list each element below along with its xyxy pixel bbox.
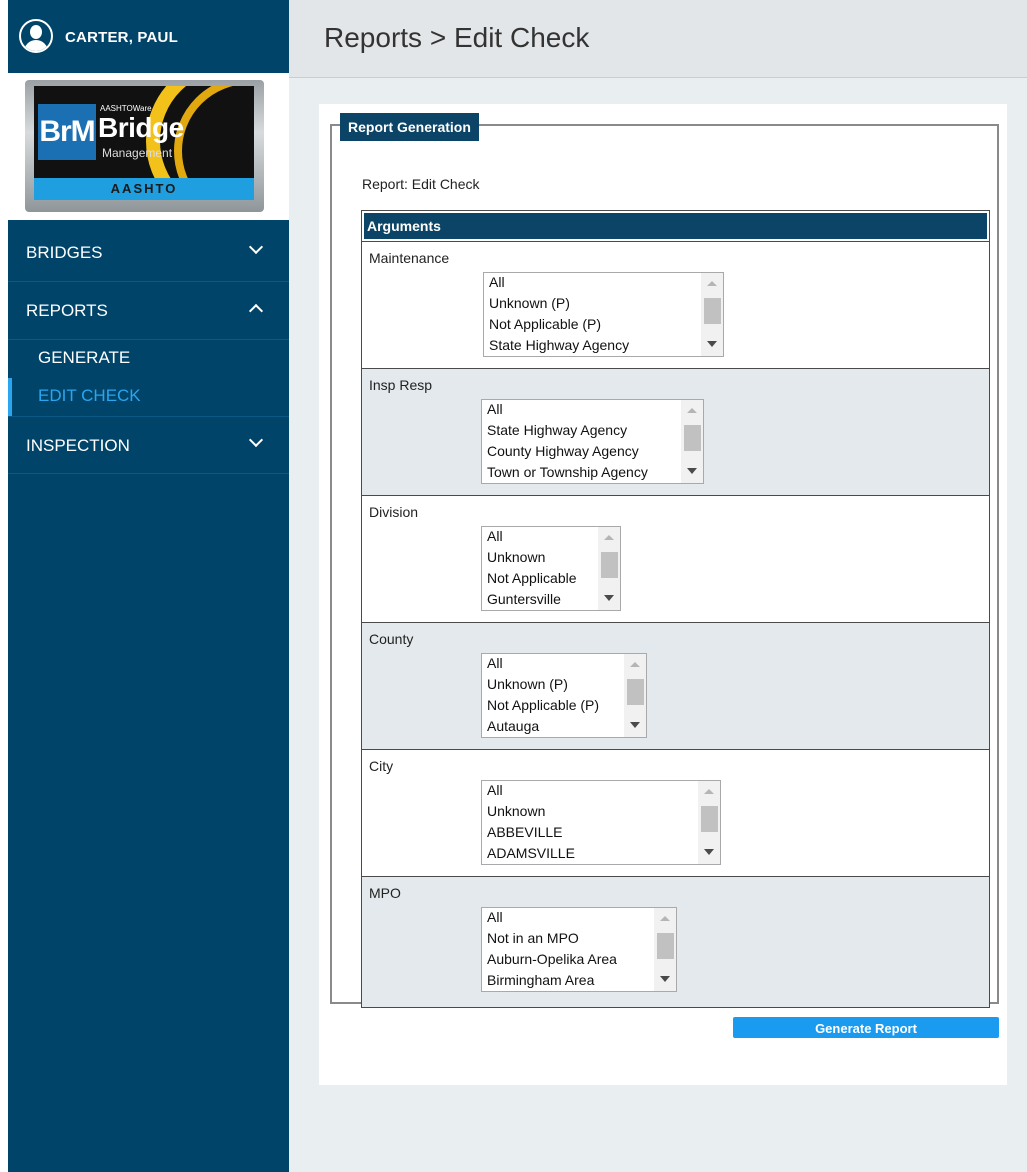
scroll-up-icon[interactable]: [707, 281, 717, 286]
listbox-scrollbar[interactable]: [698, 781, 720, 864]
list-option[interactable]: Birmingham Area: [487, 971, 594, 989]
scroll-thumb[interactable]: [701, 806, 718, 832]
main-content: Report: Edit Check Arguments Maintenance…: [289, 78, 1027, 1172]
mpo-listbox[interactable]: All Not in an MPO Auburn-Opelika Area Bi…: [481, 907, 677, 992]
scroll-up-icon[interactable]: [704, 789, 714, 794]
listbox-scrollbar[interactable]: [654, 908, 676, 991]
nav-inspection[interactable]: INSPECTION: [8, 416, 289, 474]
generate-report-button[interactable]: Generate Report: [733, 1017, 999, 1038]
list-option[interactable]: ADAMSVILLE: [487, 844, 575, 862]
logo-title: Bridge: [98, 112, 184, 143]
nav-edit-check-label: EDIT CHECK: [38, 386, 141, 405]
list-option[interactable]: Guntersville: [487, 590, 561, 608]
list-option[interactable]: Not Applicable: [487, 569, 577, 587]
scroll-thumb[interactable]: [684, 425, 701, 451]
user-name: CARTER, PAUL: [65, 29, 178, 46]
list-option[interactable]: State Highway Agency: [489, 336, 629, 354]
nav-bridges-label: BRIDGES: [26, 243, 103, 262]
argument-label: MPO: [369, 885, 401, 901]
argument-row-county: County All Unknown (P) Not Applicable (P…: [362, 622, 989, 749]
scroll-thumb[interactable]: [627, 679, 644, 705]
argument-row-maintenance: Maintenance All Unknown (P) Not Applicab…: [362, 241, 989, 368]
nav-generate[interactable]: GENERATE: [8, 340, 289, 378]
list-option[interactable]: Autauga: [487, 717, 539, 735]
scroll-up-icon[interactable]: [660, 916, 670, 921]
nav-inspection-label: INSPECTION: [26, 436, 130, 455]
city-listbox[interactable]: All Unknown ABBEVILLE ADAMSVILLE: [481, 780, 721, 865]
argument-row-insp-resp: Insp Resp All State Highway Agency Count…: [362, 368, 989, 495]
argument-row-mpo: MPO All Not in an MPO Auburn-Opelika Are…: [362, 876, 989, 1007]
division-listbox[interactable]: All Unknown Not Applicable Guntersville: [481, 526, 621, 611]
scroll-thumb[interactable]: [601, 552, 618, 578]
logo-subtitle: Management: [102, 146, 173, 160]
scroll-down-icon[interactable]: [687, 468, 697, 474]
list-option[interactable]: ABBEVILLE: [487, 823, 563, 841]
nav-edit-check[interactable]: EDIT CHECK: [8, 378, 289, 416]
report-generation-legend: Report Generation: [340, 113, 479, 141]
scroll-down-icon[interactable]: [660, 976, 670, 982]
argument-label: County: [369, 631, 414, 647]
list-option[interactable]: Unknown (P): [487, 675, 568, 693]
scroll-up-icon[interactable]: [687, 408, 697, 413]
scroll-down-icon[interactable]: [707, 341, 717, 347]
list-option[interactable]: Unknown (P): [489, 294, 570, 312]
nav-generate-label: GENERATE: [38, 348, 131, 367]
logo-footer: AASHTO: [34, 178, 254, 200]
list-option[interactable]: All: [487, 400, 503, 418]
argument-row-city: City All Unknown ABBEVILLE ADAMSVILLE: [362, 749, 989, 876]
chevron-up-icon: [248, 303, 264, 319]
arguments-header: Arguments: [364, 213, 987, 239]
list-option[interactable]: All: [487, 527, 503, 545]
listbox-scrollbar[interactable]: [598, 527, 620, 610]
arguments-table: Arguments Maintenance All Unknown (P) No…: [361, 210, 990, 1008]
page-title: Reports > Edit Check: [324, 22, 590, 53]
scroll-up-icon[interactable]: [604, 535, 614, 540]
list-option[interactable]: State Highway Agency: [487, 421, 627, 439]
logo-badge: BrM: [38, 104, 96, 160]
user-bar[interactable]: CARTER, PAUL: [8, 0, 289, 73]
scroll-down-icon[interactable]: [604, 595, 614, 601]
list-option[interactable]: Unknown: [487, 802, 545, 820]
list-option[interactable]: Town or Township Agency: [487, 463, 648, 481]
maintenance-listbox[interactable]: All Unknown (P) Not Applicable (P) State…: [483, 272, 724, 357]
list-option[interactable]: All: [487, 781, 503, 799]
list-option[interactable]: Auburn-Opelika Area: [487, 950, 617, 968]
list-option[interactable]: All: [487, 908, 503, 926]
brm-logo: BrM AASHTOWare Bridge Management AASHTO: [25, 80, 264, 212]
nav-reports[interactable]: REPORTS: [8, 282, 289, 340]
argument-row-division: Division All Unknown Not Applicable Gunt…: [362, 495, 989, 622]
nav-bridges[interactable]: BRIDGES: [8, 224, 289, 282]
listbox-scrollbar[interactable]: [701, 273, 723, 356]
listbox-scrollbar[interactable]: [624, 654, 646, 737]
user-icon: [19, 19, 53, 53]
report-generation-fieldset: Report: Edit Check Arguments Maintenance…: [330, 124, 999, 1008]
chevron-down-icon: [248, 239, 264, 255]
report-panel: Report: Edit Check Arguments Maintenance…: [319, 104, 1007, 1085]
argument-label: Maintenance: [369, 250, 450, 266]
list-option[interactable]: Not Applicable (P): [487, 696, 599, 714]
scroll-thumb[interactable]: [657, 933, 674, 959]
scroll-thumb[interactable]: [704, 298, 721, 324]
sidebar: CARTER, PAUL BrM AASHTOWare Bridge Manag…: [8, 0, 289, 1172]
argument-label: Division: [369, 504, 419, 520]
chevron-down-icon: [248, 432, 264, 448]
county-listbox[interactable]: All Unknown (P) Not Applicable (P) Autau…: [481, 653, 647, 738]
report-label: Report: Edit Check: [362, 176, 480, 192]
list-option[interactable]: County Highway Agency: [487, 442, 639, 460]
insp-resp-listbox[interactable]: All State Highway Agency County Highway …: [481, 399, 704, 484]
scroll-down-icon[interactable]: [704, 849, 714, 855]
list-option[interactable]: Unknown: [487, 548, 545, 566]
page-header: Reports > Edit Check: [289, 0, 1027, 78]
argument-label: Insp Resp: [369, 377, 433, 393]
list-option[interactable]: All: [489, 273, 505, 291]
list-option[interactable]: Not in an MPO: [487, 929, 579, 947]
list-option[interactable]: All: [487, 654, 503, 672]
nav-reports-label: REPORTS: [26, 301, 108, 320]
argument-label: City: [369, 758, 394, 774]
scroll-up-icon[interactable]: [630, 662, 640, 667]
listbox-scrollbar[interactable]: [681, 400, 703, 483]
logo-area: BrM AASHTOWare Bridge Management AASHTO: [8, 73, 289, 220]
list-option[interactable]: Not Applicable (P): [489, 315, 601, 333]
scroll-down-icon[interactable]: [630, 722, 640, 728]
